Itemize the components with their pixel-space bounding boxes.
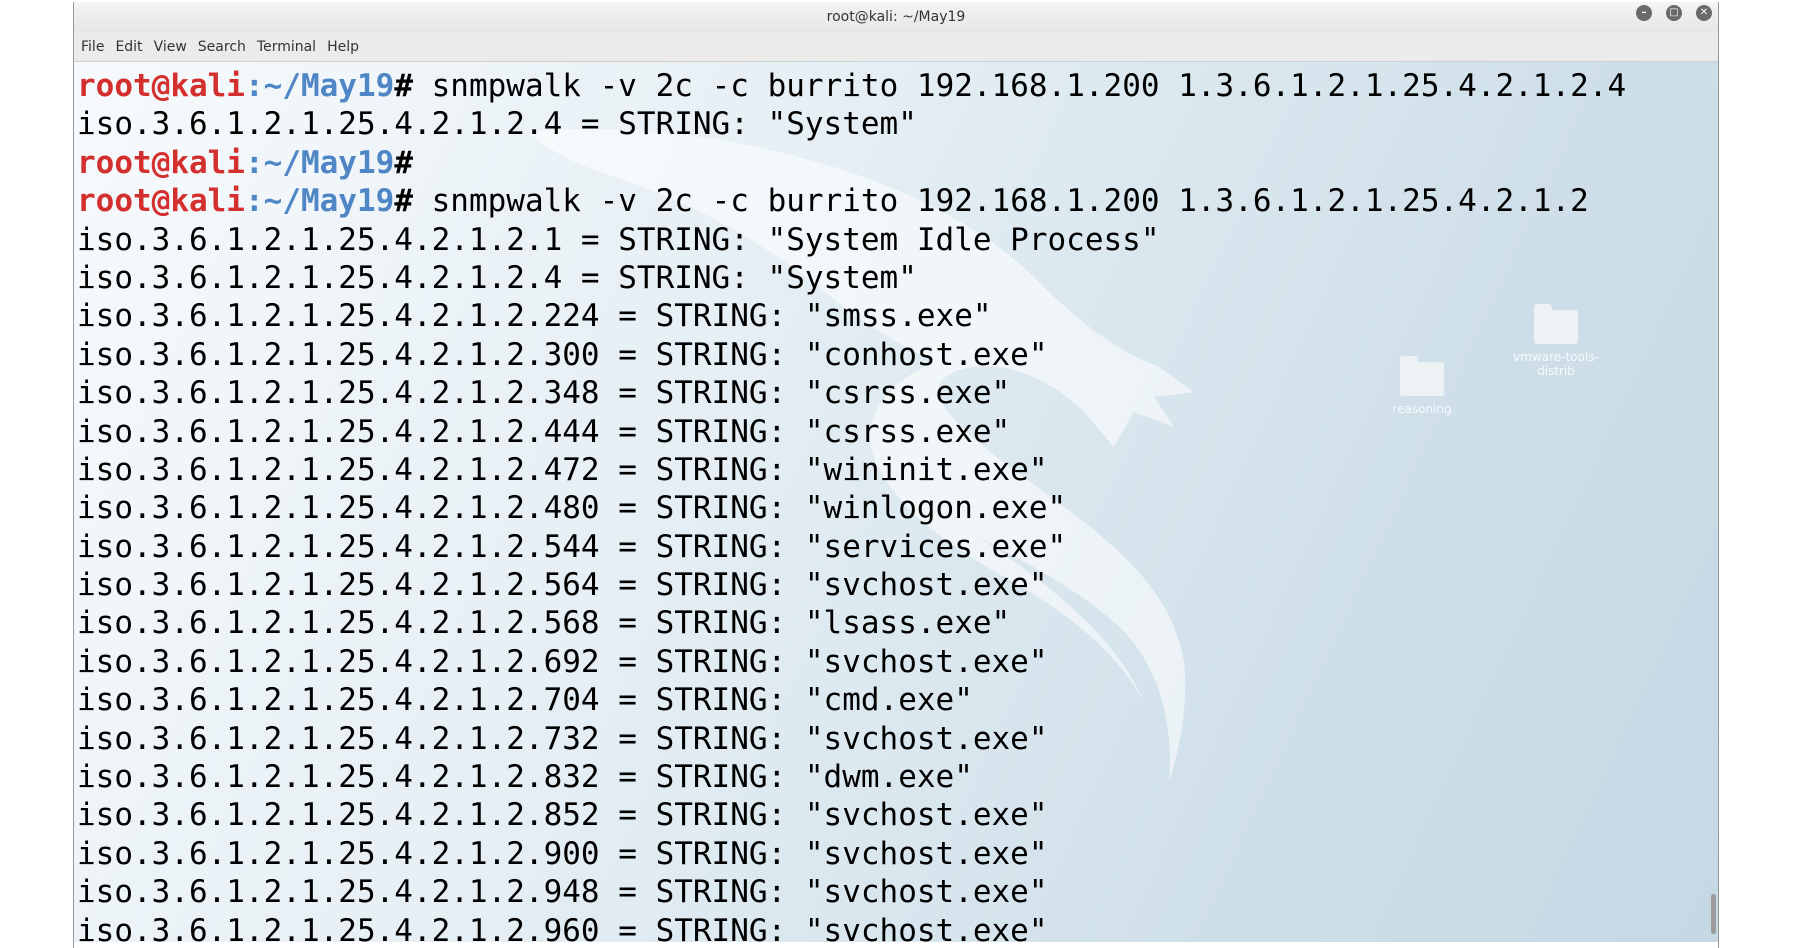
output-line: iso.3.6.1.2.1.25.4.2.1.2.348 = STRING: "… <box>77 375 1011 412</box>
command-text: snmpwalk -v 2c -c burrito 192.168.1.200 … <box>412 183 1589 220</box>
output-line: iso.3.6.1.2.1.25.4.2.1.2.472 = STRING: "… <box>77 451 1048 488</box>
output-line: iso.3.6.1.2.1.25.4.2.1.2.4 = STRING: "Sy… <box>77 106 917 143</box>
menu-search[interactable]: Search <box>197 39 254 55</box>
output-line: iso.3.6.1.2.1.25.4.2.1.2.224 = STRING: "… <box>77 298 992 335</box>
command-text: snmpwalk -v 2c -c burrito 192.168.1.200 … <box>412 68 1627 104</box>
output-line: iso.3.6.1.2.1.25.4.2.1.2.300 = STRING: "… <box>77 336 1048 373</box>
prompt-line: root@kali:~/May19# snmpwalk -v 2c -c bur… <box>77 67 1626 105</box>
minimize-icon[interactable]: – <box>1636 5 1652 21</box>
terminal-area[interactable]: reasoning vmware-tools- distrib root@kal… <box>74 62 1718 942</box>
output-line: iso.3.6.1.2.1.25.4.2.1.2.900 = STRING: "… <box>77 835 1048 872</box>
output-line: iso.3.6.1.2.1.25.4.2.1.2.948 = STRING: "… <box>77 874 1048 911</box>
prompt-path: ~/May19 <box>263 144 395 181</box>
title-bar[interactable]: root@kali: ~/May19 – □ ✕ <box>74 2 1718 32</box>
terminal-scrollbar[interactable] <box>1710 62 1716 942</box>
menu-view[interactable]: View <box>153 39 195 55</box>
output-line: iso.3.6.1.2.1.25.4.2.1.2.732 = STRING: "… <box>77 720 1048 757</box>
output-line: iso.3.6.1.2.1.25.4.2.1.2.832 = STRING: "… <box>77 759 973 796</box>
output-line: iso.3.6.1.2.1.25.4.2.1.2.544 = STRING: "… <box>77 528 1067 565</box>
output-line: iso.3.6.1.2.1.25.4.2.1.2.4 = STRING: "Sy… <box>77 259 917 296</box>
close-icon[interactable]: ✕ <box>1696 5 1712 21</box>
prompt-symbol: # <box>394 68 413 104</box>
window-title: root@kali: ~/May19 <box>826 9 966 25</box>
menu-terminal[interactable]: Terminal <box>256 39 324 55</box>
menu-help[interactable]: Help <box>326 39 367 55</box>
maximize-icon[interactable]: □ <box>1666 5 1682 21</box>
window-controls: – □ ✕ <box>1636 5 1712 21</box>
menu-bar: File Edit View Search Terminal Help <box>74 32 1718 62</box>
prompt-user-host: root@kali <box>77 144 245 181</box>
output-line: iso.3.6.1.2.1.25.4.2.1.2.704 = STRING: "… <box>77 682 973 719</box>
output-line: iso.3.6.1.2.1.25.4.2.1.2.480 = STRING: "… <box>77 490 1067 527</box>
output-line: iso.3.6.1.2.1.25.4.2.1.2.564 = STRING: "… <box>77 567 1048 604</box>
terminal-window: root@kali: ~/May19 – □ ✕ File Edit View … <box>73 2 1719 948</box>
output-line: iso.3.6.1.2.1.25.4.2.1.2.960 = STRING: "… <box>77 912 1048 942</box>
prompt-separator: : <box>244 68 264 104</box>
output-line: iso.3.6.1.2.1.25.4.2.1.2.444 = STRING: "… <box>77 413 1011 450</box>
prompt-user-host: root@kali <box>77 68 245 104</box>
prompt-line: root@kali:~/May19# <box>77 144 1626 182</box>
menu-file[interactable]: File <box>80 39 112 55</box>
prompt-separator: : <box>244 144 264 181</box>
prompt-path: ~/May19 <box>263 183 395 220</box>
output-line: iso.3.6.1.2.1.25.4.2.1.2.568 = STRING: "… <box>77 605 1011 642</box>
menu-edit[interactable]: Edit <box>114 39 150 55</box>
output-line: iso.3.6.1.2.1.25.4.2.1.2.852 = STRING: "… <box>77 797 1048 834</box>
prompt-symbol: # <box>394 183 413 220</box>
terminal-output: root@kali:~/May19# snmpwalk -v 2c -c bur… <box>77 67 1626 942</box>
output-line: iso.3.6.1.2.1.25.4.2.1.2.1 = STRING: "Sy… <box>77 221 1160 258</box>
prompt-user-host: root@kali <box>77 183 245 220</box>
scrollbar-thumb[interactable] <box>1711 894 1716 934</box>
prompt-path: ~/May19 <box>263 68 395 104</box>
output-line: iso.3.6.1.2.1.25.4.2.1.2.692 = STRING: "… <box>77 643 1048 680</box>
prompt-line: root@kali:~/May19# snmpwalk -v 2c -c bur… <box>77 182 1626 220</box>
prompt-separator: : <box>244 183 264 220</box>
prompt-symbol: # <box>394 144 413 181</box>
